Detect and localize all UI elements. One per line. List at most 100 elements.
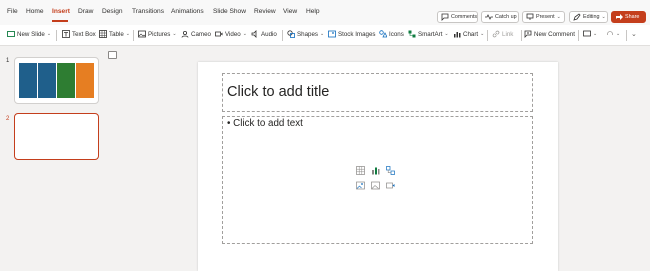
slide-thumbnail-1[interactable] <box>14 57 99 104</box>
catch-up-label: Catch up <box>495 14 517 20</box>
pictures-button[interactable]: Pictures ⌄ <box>138 30 177 38</box>
table-icon <box>99 30 107 38</box>
insert-chart-icon[interactable] <box>371 166 380 175</box>
chevron-down-icon: ⌄ <box>46 31 52 37</box>
stock-images-label: Stock Images <box>338 30 376 38</box>
toolbar-divider <box>133 30 134 41</box>
insert-toolbar: New Slide ⌄ Text Box Table ⌄ Pictures ⌄ … <box>0 25 650 46</box>
stock-images-icon <box>328 30 336 38</box>
text-box-button[interactable]: Text Box <box>62 30 96 38</box>
thumbnail-column <box>76 63 94 98</box>
collapse-panel-button[interactable] <box>108 51 117 59</box>
toolbar-divider <box>521 30 522 41</box>
chevron-down-icon: ⌄ <box>480 31 485 37</box>
tab-draw[interactable]: Draw <box>78 8 93 15</box>
shapes-icon <box>287 30 295 38</box>
screen-recording-button[interactable]: ⌄ <box>583 30 597 38</box>
chevron-down-icon: ⌄ <box>320 31 325 37</box>
tab-design[interactable]: Design <box>102 8 123 15</box>
content-placeholder-text: • Click to add text <box>227 118 303 129</box>
text-box-icon <box>62 30 70 38</box>
table-label: Table <box>109 30 124 38</box>
icons-label: Icons <box>389 30 404 38</box>
video-label: Video <box>225 30 241 38</box>
tab-home[interactable]: Home <box>26 8 44 15</box>
slide-thumbnail-panel: 1 2 <box>0 46 106 271</box>
tab-help[interactable]: Help <box>306 8 320 15</box>
icons-icon <box>379 30 388 38</box>
slide-thumbnail-2[interactable] <box>14 113 99 160</box>
tab-insert[interactable]: Insert <box>52 8 70 15</box>
dictate-button[interactable]: ⌄ <box>606 30 620 38</box>
tab-animations[interactable]: Animations <box>171 8 204 15</box>
toolbar-divider <box>487 30 488 41</box>
smartart-label: SmartArt <box>418 30 443 38</box>
chevron-down-icon: ⌄ <box>616 31 621 37</box>
tab-slide-show[interactable]: Slide Show <box>213 8 246 15</box>
cameo-label: Cameo <box>191 30 211 38</box>
add-comment-icon <box>524 30 532 38</box>
tab-view[interactable]: View <box>283 8 297 15</box>
tab-review[interactable]: Review <box>254 8 276 15</box>
slide-number: 1 <box>6 58 10 64</box>
title-placeholder[interactable]: Click to add title <box>222 73 533 112</box>
chart-button[interactable]: Chart ⌄ <box>453 30 484 38</box>
insert-picture-icon[interactable] <box>356 181 365 190</box>
content-placeholder[interactable]: • Click to add text <box>222 116 533 244</box>
monitor-icon <box>583 30 591 38</box>
shapes-button[interactable]: Shapes ⌄ <box>287 30 324 38</box>
insert-table-icon[interactable] <box>356 166 365 175</box>
editing-label: Editing <box>583 14 600 20</box>
present-button[interactable]: Present ⌄ <box>522 11 565 23</box>
link-icon <box>492 30 500 38</box>
pictures-label: Pictures <box>148 30 171 38</box>
comment-icon <box>441 13 449 21</box>
more-options-button[interactable]: ⌄ <box>631 30 637 38</box>
toolbar-divider <box>626 30 627 41</box>
link-label: Link <box>502 30 514 38</box>
video-button[interactable]: Video ⌄ <box>215 30 247 38</box>
present-icon <box>526 13 534 21</box>
cameo-button[interactable]: Cameo <box>181 30 211 38</box>
insert-video-icon[interactable] <box>386 181 395 190</box>
link-button[interactable]: Link <box>492 30 513 38</box>
cameo-icon <box>181 30 189 38</box>
thumbnail-column <box>38 63 56 98</box>
share-button[interactable]: Share <box>611 11 646 23</box>
audio-label: Audio <box>261 30 277 38</box>
slide-canvas[interactable]: Click to add title • Click to add text <box>198 62 558 271</box>
stock-images-button[interactable]: Stock Images <box>328 30 376 38</box>
share-icon <box>615 13 623 21</box>
audio-button[interactable]: Audio <box>251 30 277 38</box>
new-slide-button[interactable]: New Slide ⌄ <box>7 30 51 38</box>
active-tab-indicator <box>52 20 68 22</box>
new-slide-icon <box>7 30 15 38</box>
present-label: Present <box>536 14 555 20</box>
chevron-down-icon: ⌄ <box>125 31 130 37</box>
chevron-down-icon: ⌄ <box>444 31 449 37</box>
tab-file[interactable]: File <box>7 8 18 15</box>
thumbnail-column <box>57 63 75 98</box>
headset-icon <box>606 30 614 38</box>
icons-button[interactable]: Icons <box>379 30 404 38</box>
toolbar-divider <box>578 30 579 41</box>
chevron-down-icon: ⌄ <box>172 31 177 37</box>
new-comment-button[interactable]: New Comment <box>524 30 575 38</box>
tab-transitions[interactable]: Transitions <box>132 8 164 15</box>
editing-mode-button[interactable]: Editing ⌄ <box>569 11 608 23</box>
chevron-down-icon: ⌄ <box>556 14 561 20</box>
thumbnail-content <box>19 63 94 98</box>
smartart-icon <box>408 30 416 38</box>
chevron-down-icon: ⌄ <box>242 31 247 37</box>
smartart-button[interactable]: SmartArt ⌄ <box>408 30 449 38</box>
comments-button[interactable]: Comments <box>437 11 478 23</box>
insert-smartart-icon[interactable] <box>386 166 395 175</box>
new-slide-label: New Slide <box>17 30 45 38</box>
table-button[interactable]: Table ⌄ <box>99 30 130 38</box>
speaker-icon <box>251 30 259 38</box>
pencil-icon <box>573 13 581 21</box>
chevron-down-icon: ⌄ <box>593 31 598 37</box>
insert-stock-images-icon[interactable] <box>371 181 380 190</box>
picture-icon <box>138 30 146 38</box>
catch-up-button[interactable]: Catch up <box>481 11 519 23</box>
